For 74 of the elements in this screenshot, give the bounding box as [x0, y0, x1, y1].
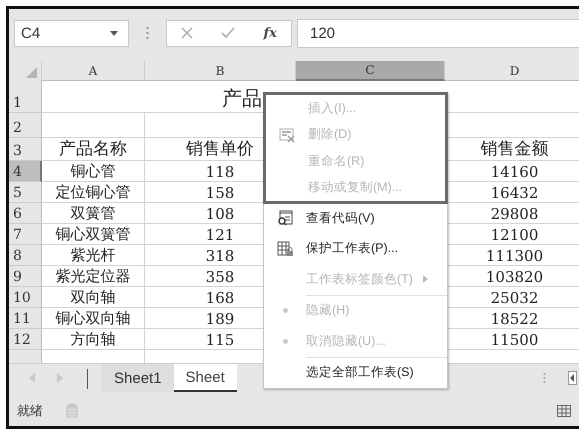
column-header[interactable]: D — [445, 61, 579, 81]
row-header[interactable]: 12 — [9, 329, 42, 350]
row-header[interactable]: 11 — [9, 308, 42, 329]
table-cell: 25032 — [490, 289, 538, 307]
row-header[interactable] — [9, 350, 42, 363]
grip-icon — [543, 372, 546, 384]
table-cell: 168 — [206, 289, 234, 307]
column-heading: 产品名称 — [59, 138, 127, 160]
table-cell: 108 — [206, 205, 234, 223]
row-header[interactable]: 6 — [9, 203, 42, 224]
row-header[interactable]: 7 — [9, 224, 42, 245]
table-cell: 189 — [206, 310, 234, 328]
column-header[interactable]: C — [296, 61, 445, 81]
formula-value: 120 — [310, 24, 336, 42]
column-heading: 销售金额 — [480, 138, 548, 160]
table-cell: 铜心双向轴 — [56, 309, 130, 328]
select-all-icon[interactable] — [26, 67, 37, 78]
row-header[interactable]: 1 — [9, 81, 42, 113]
table-cell: 111300 — [486, 247, 544, 265]
menu-item[interactable]: 选定全部工作表(S) — [306, 356, 447, 388]
table-cell: 方向轴 — [70, 330, 116, 349]
table-cell: 158 — [206, 184, 234, 202]
table-cell: 118 — [206, 163, 234, 181]
row-header[interactable]: 9 — [9, 266, 42, 287]
column-heading: 销售单价 — [186, 138, 254, 160]
scroll-left-icon[interactable] — [568, 371, 577, 385]
cell-reference: C4 — [21, 24, 40, 42]
table-cell: 紫光定位器 — [56, 267, 130, 286]
row-header[interactable]: 3 — [9, 138, 42, 161]
table-cell: 11500 — [490, 331, 538, 349]
scroll-right-icon[interactable] — [57, 373, 63, 383]
name-box[interactable]: C4 — [14, 20, 129, 46]
row-header[interactable]: 2 — [9, 113, 42, 138]
macro-icon[interactable] — [65, 404, 79, 418]
table-cell: 定位铜心管 — [56, 183, 130, 202]
menu-item[interactable]: 查看代码(V) — [264, 203, 447, 234]
sheet-title: 产品 — [222, 85, 262, 112]
table-cell: 铜心双簧管 — [56, 225, 130, 244]
delete-sheet-icon — [279, 126, 295, 143]
sheet-tab[interactable]: Sheet1 — [102, 364, 174, 392]
table-cell: 紫光杆 — [70, 246, 116, 265]
menu-item[interactable]: 保护工作表(P)... — [264, 234, 447, 264]
table-cell: 121 — [206, 226, 234, 244]
row-header[interactable]: 10 — [9, 287, 42, 308]
table-cell: 12100 — [490, 226, 538, 244]
row-header[interactable]: 4 — [9, 161, 42, 182]
table-cell: 18522 — [490, 310, 538, 328]
table-cell: 铜心管 — [70, 162, 116, 181]
insert-function-button[interactable]: fx — [264, 26, 277, 40]
table-cell: 103820 — [486, 268, 544, 286]
table-cell: 双向轴 — [70, 288, 116, 307]
normal-view-icon[interactable] — [557, 404, 571, 416]
table-cell: 318 — [206, 247, 234, 265]
sheet-tab[interactable]: Sheet — [174, 364, 237, 392]
caret-icon[interactable] — [110, 30, 118, 36]
table-cell: 358 — [206, 268, 234, 286]
column-header[interactable]: B — [145, 61, 296, 81]
bullet-icon — [282, 338, 288, 344]
status-text: 就绪 — [17, 402, 43, 420]
table-cell: 14160 — [490, 163, 538, 181]
table-cell: 16432 — [490, 184, 538, 202]
row-header[interactable]: 5 — [9, 182, 42, 203]
bullet-icon — [282, 308, 288, 314]
grip-icon — [146, 26, 149, 40]
table-cell: 双簧管 — [70, 204, 116, 223]
check-icon[interactable] — [221, 27, 236, 39]
table-cell: 115 — [206, 331, 234, 349]
column-header[interactable]: A — [42, 61, 145, 81]
cancel-icon[interactable] — [181, 27, 194, 39]
sheet-lock-icon — [277, 240, 293, 257]
formula-field[interactable]: 120 — [297, 18, 579, 48]
table-cell: 29808 — [490, 205, 538, 223]
view-code-icon — [277, 210, 293, 226]
row-header[interactable]: 8 — [9, 245, 42, 266]
